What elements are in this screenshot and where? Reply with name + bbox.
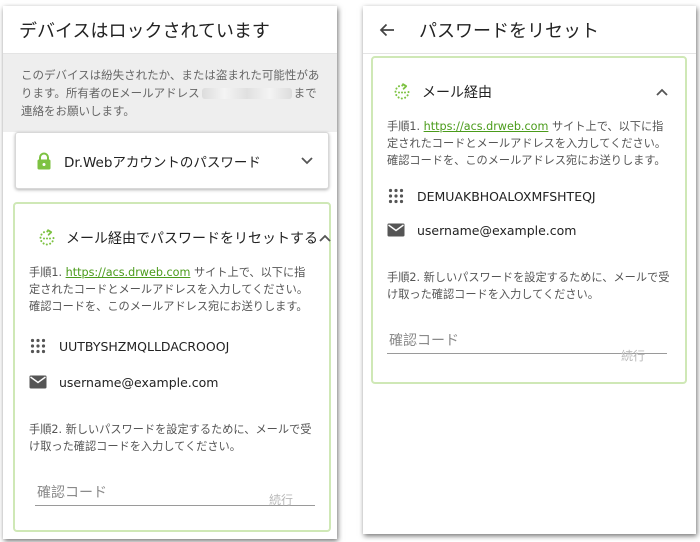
- lost-device-notice: このデバイスは紛失されたか、または盗まれた可能性があります。所有者のEメールアド…: [3, 54, 337, 132]
- step1-instructions: 手順1. https://acs.drweb.com サイト上で、以下に指定され…: [373, 108, 685, 169]
- chevron-up-icon[interactable]: [318, 229, 332, 247]
- step1-instructions: 手順1. https://acs.drweb.com サイト上で、以下に指定され…: [15, 254, 329, 315]
- acs-drweb-link[interactable]: https://acs.drweb.com: [66, 266, 191, 279]
- account-password-card[interactable]: Dr.Webアカウントのパスワード: [15, 132, 329, 189]
- mail-icon: [387, 221, 405, 239]
- step2-instructions: 手順2. 新しいパスワードを設定するために、メールで受け取った確認コードを入力し…: [387, 271, 670, 301]
- reset-icon: [37, 227, 57, 249]
- locked-device-screen: デバイスはロックされています このデバイスは紛失されたか、または盗まれた可能性が…: [3, 6, 337, 539]
- acs-drweb-link[interactable]: https://acs.drweb.com: [424, 120, 549, 133]
- email-reset-header[interactable]: メール経由: [373, 58, 685, 108]
- code-row: UUTBYSHZMQLLDACROOOJ: [29, 337, 329, 355]
- user-email: username@example.com: [59, 374, 219, 390]
- user-email: username@example.com: [417, 222, 577, 238]
- code-row: DEMUAKBHOALOXMFSHTEQJ: [387, 187, 685, 205]
- email-reset-header[interactable]: メール経由でパスワードをリセットする: [15, 204, 332, 254]
- reset-icon: [391, 81, 413, 103]
- chevron-up-icon[interactable]: [653, 83, 671, 101]
- email-reset-title: メール経由でパスワードをリセットする: [66, 231, 318, 247]
- page-title: デバイスはロックされています: [19, 20, 270, 42]
- account-card-title: Dr.Webアカウントのパスワード: [64, 154, 261, 171]
- device-code: DEMUAKBHOALOXMFSHTEQJ: [417, 188, 596, 204]
- app-bar: デバイスはロックされています: [3, 6, 337, 54]
- email-reset-card: メール経由でパスワードをリセットする 手順1. https://acs.drwe…: [13, 202, 331, 532]
- blurred-email-address: [201, 88, 292, 99]
- mail-icon: [29, 373, 47, 391]
- step1-prefix: 手順1.: [387, 120, 424, 133]
- continue-button[interactable]: 続行: [269, 491, 293, 508]
- step2-instructions: 手順2. 新しいパスワードを設定するために、メールで受け取った確認コードを入力し…: [29, 423, 312, 453]
- email-row: username@example.com: [387, 221, 685, 239]
- keypad-icon: [387, 187, 405, 205]
- device-code: UUTBYSHZMQLLDACROOOJ: [59, 338, 230, 354]
- email-row: username@example.com: [29, 373, 329, 391]
- page-title: パスワードをリセット: [419, 20, 599, 42]
- email-reset-title: メール経由: [422, 85, 492, 101]
- email-reset-card: メール経由 手順1. https://acs.drweb.com サイト上で、以…: [371, 56, 687, 384]
- arrow-left-icon[interactable]: [363, 6, 411, 54]
- keypad-icon: [29, 337, 47, 355]
- continue-button[interactable]: 続行: [621, 347, 645, 364]
- password-reset-screen: パスワードをリセット メール経由 手順1. https://acs.drweb.…: [363, 6, 696, 534]
- step1-prefix: 手順1.: [29, 266, 66, 279]
- app-bar: パスワードをリセット: [363, 6, 696, 54]
- chevron-down-icon[interactable]: [298, 152, 316, 170]
- lock-icon: [34, 151, 54, 171]
